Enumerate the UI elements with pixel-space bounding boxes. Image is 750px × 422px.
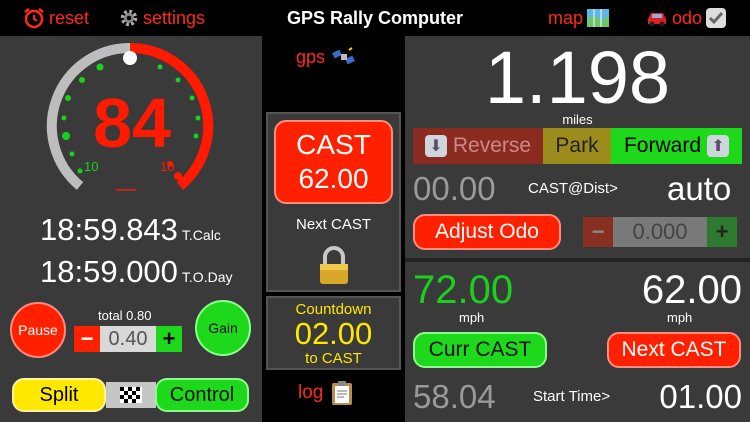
map-label: map: [548, 7, 584, 28]
checkered-divider: [106, 382, 156, 408]
time-day-row: 18:59.000 T.O.Day: [40, 254, 233, 290]
reverse-label: Reverse: [452, 134, 532, 157]
map-icon: [587, 9, 610, 27]
time-calc-row: 18:59.843 T.Calc: [40, 212, 221, 248]
log-button[interactable]: log: [298, 380, 353, 406]
cast-dist-mode: auto: [667, 170, 732, 207]
next-cast-box: CAST 62.00 Next CAST: [266, 112, 401, 292]
odo-distance: 1.198: [484, 36, 671, 119]
split-button[interactable]: Split: [12, 378, 106, 412]
next-cast-label: Next CAST: [295, 216, 371, 233]
checkered-flag-icon: [120, 387, 142, 403]
map-button[interactable]: map: [548, 6, 610, 30]
curr-speed-unit: mph: [459, 310, 485, 325]
odo-button[interactable]: odo: [645, 6, 727, 30]
forward-button[interactable]: Forward ⬆: [611, 128, 742, 164]
odometer-panel: 1.198 miles ⬇ Reverse Park Forward ⬆ 00.…: [405, 36, 750, 258]
arrow-up-icon: ⬆: [707, 135, 730, 157]
gain-button[interactable]: Gain: [195, 300, 251, 356]
middle-panel: gps CAST 62.00 Next CAST Countdown 02.00…: [262, 36, 405, 422]
car-icon: [648, 13, 666, 27]
odo-unit: miles: [562, 112, 593, 127]
settings-label: settings: [143, 7, 206, 28]
gauge-needle-knob: [123, 51, 137, 65]
gauge-scale-min: 10: [84, 159, 99, 174]
cast-dist-value: 00.00: [413, 170, 496, 207]
app-title: GPS Rally Computer: [286, 8, 464, 28]
speed-panel: 72.00 mph 62.00 mph Curr CAST Next CAST …: [405, 258, 750, 422]
start-time-label[interactable]: Start Time>: [533, 388, 610, 405]
forward-label: Forward: [623, 134, 702, 157]
time-day-value: 18:59.000: [40, 254, 178, 289]
cast-label: CAST: [296, 129, 371, 160]
odo-adjust-value[interactable]: 0.000: [613, 217, 707, 247]
odo-plus-button[interactable]: +: [707, 217, 737, 247]
log-label: log: [298, 382, 324, 403]
to-cast-label: to CAST: [305, 350, 362, 367]
left-panel: 84 10 10 _ 18:59.843 T.Calc 18:59.000 T.…: [0, 36, 262, 422]
gear-icon: [120, 9, 138, 27]
odo-minus-button[interactable]: −: [583, 217, 613, 247]
clipboard-icon: [332, 381, 353, 405]
time-calc-label: T.Calc: [181, 227, 221, 243]
park-button[interactable]: Park: [543, 128, 611, 164]
odo-adjust-stepper: − 0.000 +: [583, 217, 737, 247]
control-button[interactable]: Control: [155, 378, 249, 412]
satellite-icon: [332, 47, 355, 65]
gain-minus-button[interactable]: −: [74, 326, 100, 352]
next-cast-button[interactable]: Next CAST: [607, 332, 741, 368]
start-elapsed-value: 58.04: [413, 378, 496, 415]
checkbox-icon[interactable]: [705, 7, 727, 29]
reset-label: reset: [49, 7, 90, 28]
adjust-odo-button[interactable]: Adjust Odo: [413, 214, 561, 250]
next-speed-value: 62.00: [641, 268, 742, 312]
time-day-label: T.O.Day: [181, 269, 233, 285]
settings-button[interactable]: settings: [118, 6, 205, 30]
lock-icon[interactable]: [316, 246, 352, 286]
odo-label: odo: [672, 7, 703, 28]
gps-status[interactable]: gps: [296, 46, 357, 68]
total-label: total 0.80: [98, 308, 152, 323]
curr-speed-value: 72.00: [413, 268, 514, 312]
pause-button[interactable]: Pause: [10, 302, 66, 358]
speed-underline: _: [116, 153, 137, 194]
curr-cast-button[interactable]: Curr CAST: [413, 332, 547, 368]
reverse-button[interactable]: ⬇ Reverse: [413, 128, 543, 164]
countdown-value: 02.00: [294, 316, 373, 351]
gain-stepper: − 0.40 +: [74, 326, 182, 352]
reset-button[interactable]: reset: [22, 6, 89, 30]
time-calc-value: 18:59.843: [40, 212, 178, 247]
start-time-value: 01.00: [659, 378, 742, 415]
countdown-box: Countdown 02.00 to CAST: [266, 296, 401, 370]
next-speed-unit: mph: [667, 310, 693, 325]
arrow-down-icon: ⬇: [424, 135, 447, 157]
gain-plus-button[interactable]: +: [156, 326, 182, 352]
gauge-scale-max: 10: [160, 159, 175, 174]
cast-value: 62.00: [298, 163, 369, 194]
gain-value[interactable]: 0.40: [100, 326, 156, 352]
speed-value: 84: [93, 84, 171, 162]
cast-dist-label[interactable]: CAST@Dist>: [528, 180, 618, 197]
cast-button[interactable]: CAST 62.00: [274, 120, 393, 204]
top-bar: reset settings GPS Rally Computer map od…: [0, 0, 750, 36]
alarm-clock-icon: [24, 8, 44, 29]
gps-label: gps: [296, 46, 326, 67]
